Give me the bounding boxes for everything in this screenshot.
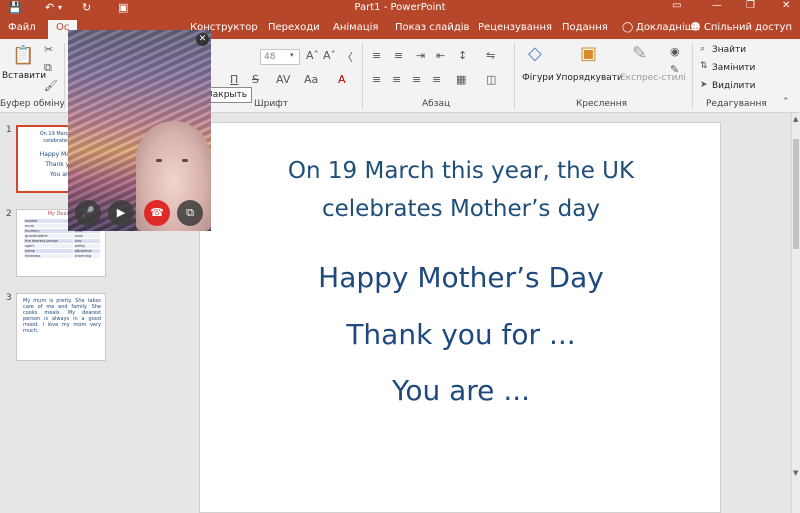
decrease-font-icon[interactable]: Aˇ [323,49,336,62]
scroll-down-icon[interactable]: ▼ [793,469,798,477]
char-spacing-icon[interactable]: AV [276,73,290,86]
slide-number: 3 [6,293,12,303]
scroll-up-icon[interactable]: ▲ [793,115,798,123]
replace-icon: ⇅ [700,61,708,71]
tab-slideshow[interactable]: Показ слайдів [395,22,469,33]
increase-font-icon[interactable]: Aˆ [306,49,319,62]
text-direction-icon[interactable]: ⇋ [486,49,495,62]
drawing-group-label: Креслення [576,99,628,109]
strikethrough-icon[interactable]: S [252,73,259,86]
ribbon-display-icon[interactable]: ▭ [672,0,681,11]
current-slide[interactable]: On 19 March this year, the UK celebrates… [199,122,721,513]
font-size-box[interactable]: 48 [260,49,300,65]
thumb-text: My mum is pretty. She takes care of me a… [23,298,101,334]
justify-icon[interactable]: ≡ [432,73,441,86]
slide-number: 2 [6,209,12,219]
hang-up-icon[interactable]: ☎ [144,200,170,226]
slide-thumbnail-3[interactable]: My mum is pretty. She takes care of me a… [16,293,106,361]
tab-animations[interactable]: Анімація [333,22,378,33]
align-right-icon[interactable]: ≡ [412,73,421,86]
clipboard-group-label: Буфер обміну [0,99,65,109]
title-bar: 💾 ↶ ▾ ↻ ▣ Part1 - PowerPoint ▭ — ❐ ✕ [0,0,800,17]
camera-icon[interactable]: ▶ [108,200,134,226]
arrange-icon[interactable]: ▣ [580,43,597,64]
columns-icon[interactable]: ▦ [456,73,466,86]
share-button[interactable]: ☻ Спільний доступ [690,22,792,33]
slide-subtitle-line-2[interactable]: celebrates Mother’s day [200,196,722,222]
numbering-icon[interactable]: ≡ [394,49,403,62]
cursor-icon: ➤ [700,80,708,90]
slide-heading[interactable]: Happy Mother’s Day [200,261,722,294]
font-color-icon[interactable]: A [338,73,346,86]
video-call-window[interactable]: ✕ 🎤 ▶ ☎ ⧉ [68,30,211,231]
shape-outline-icon[interactable]: ✎ [670,63,679,76]
line-spacing-icon[interactable]: ↕ [458,49,467,62]
divider [64,43,65,109]
clear-formatting-icon[interactable]: 〈 [342,49,353,65]
copy-icon[interactable]: ⧉ [44,61,52,75]
underline-icon[interactable]: П [230,73,238,86]
table-cell: kindness [23,253,74,259]
eye-shape [156,159,162,162]
divider [362,43,363,109]
quick-styles-icon[interactable]: ✎ [632,43,647,64]
close-window-icon[interactable]: ✕ [782,0,790,11]
scroll-thumb[interactable] [793,139,799,249]
change-case-icon[interactable]: Aa [304,73,318,86]
eye-shape [182,159,188,162]
minimize-icon[interactable]: — [712,0,722,11]
collapse-ribbon-icon[interactable]: ⌃ [782,97,790,107]
lightbulb-icon: ◯ [622,22,634,33]
tab-review[interactable]: Рецензування [478,22,552,33]
slide-subtitle-line-1[interactable]: On 19 March this year, the UK [200,158,722,184]
pop-out-icon[interactable]: ⧉ [177,200,203,226]
bullets-icon[interactable]: ≡ [372,49,381,62]
paragraph-group-label: Абзац [422,99,451,109]
slide-body-line-2[interactable]: You are ... [200,374,722,407]
tab-file[interactable]: Файл [8,22,36,33]
shapes-button[interactable]: Фігури [522,73,554,83]
restore-icon[interactable]: ❐ [746,0,755,11]
slide-body-line-1[interactable]: Thank you for ... [200,318,722,351]
indent-icon[interactable]: ⇥ [416,49,425,62]
format-painter-icon[interactable]: 🖌 [44,79,58,92]
tab-view[interactable]: Подання [562,22,608,33]
editing-group-label: Редагування [706,99,767,109]
table-cell: charming [72,253,102,259]
table-row: kindness charming [23,253,102,259]
slide-number: 1 [6,125,12,135]
microphone-icon[interactable]: 🎤 [75,200,101,226]
shapes-icon[interactable]: ◇ [528,43,542,64]
align-center-icon[interactable]: ≡ [392,73,401,86]
select-button[interactable]: Виділити [712,81,755,91]
search-icon: ⌕ [700,44,706,54]
font-group-label: Шрифт [254,99,289,109]
replace-button[interactable]: Замінити [712,63,755,73]
paste-icon[interactable]: 📋 [12,45,34,66]
shape-fill-icon[interactable]: ◉ [670,45,680,58]
align-left-icon[interactable]: ≡ [372,73,381,86]
cut-icon[interactable]: ✂ [44,43,53,56]
outdent-icon[interactable]: ⇤ [436,49,445,62]
chevron-down-icon[interactable]: ▾ [290,51,294,59]
find-button[interactable]: Знайти [712,45,746,55]
divider [514,43,515,109]
person-icon: ☻ [690,22,704,33]
smartart-icon[interactable]: ◫ [486,73,496,86]
paste-button[interactable]: Вставити [2,71,46,81]
vertical-scrollbar[interactable]: ▲ ▼ [791,113,800,513]
close-icon[interactable]: ✕ [196,33,209,46]
tab-transitions[interactable]: Переходи [268,22,320,33]
divider [692,43,693,109]
arrange-button[interactable]: Упорядкувати [556,73,623,83]
